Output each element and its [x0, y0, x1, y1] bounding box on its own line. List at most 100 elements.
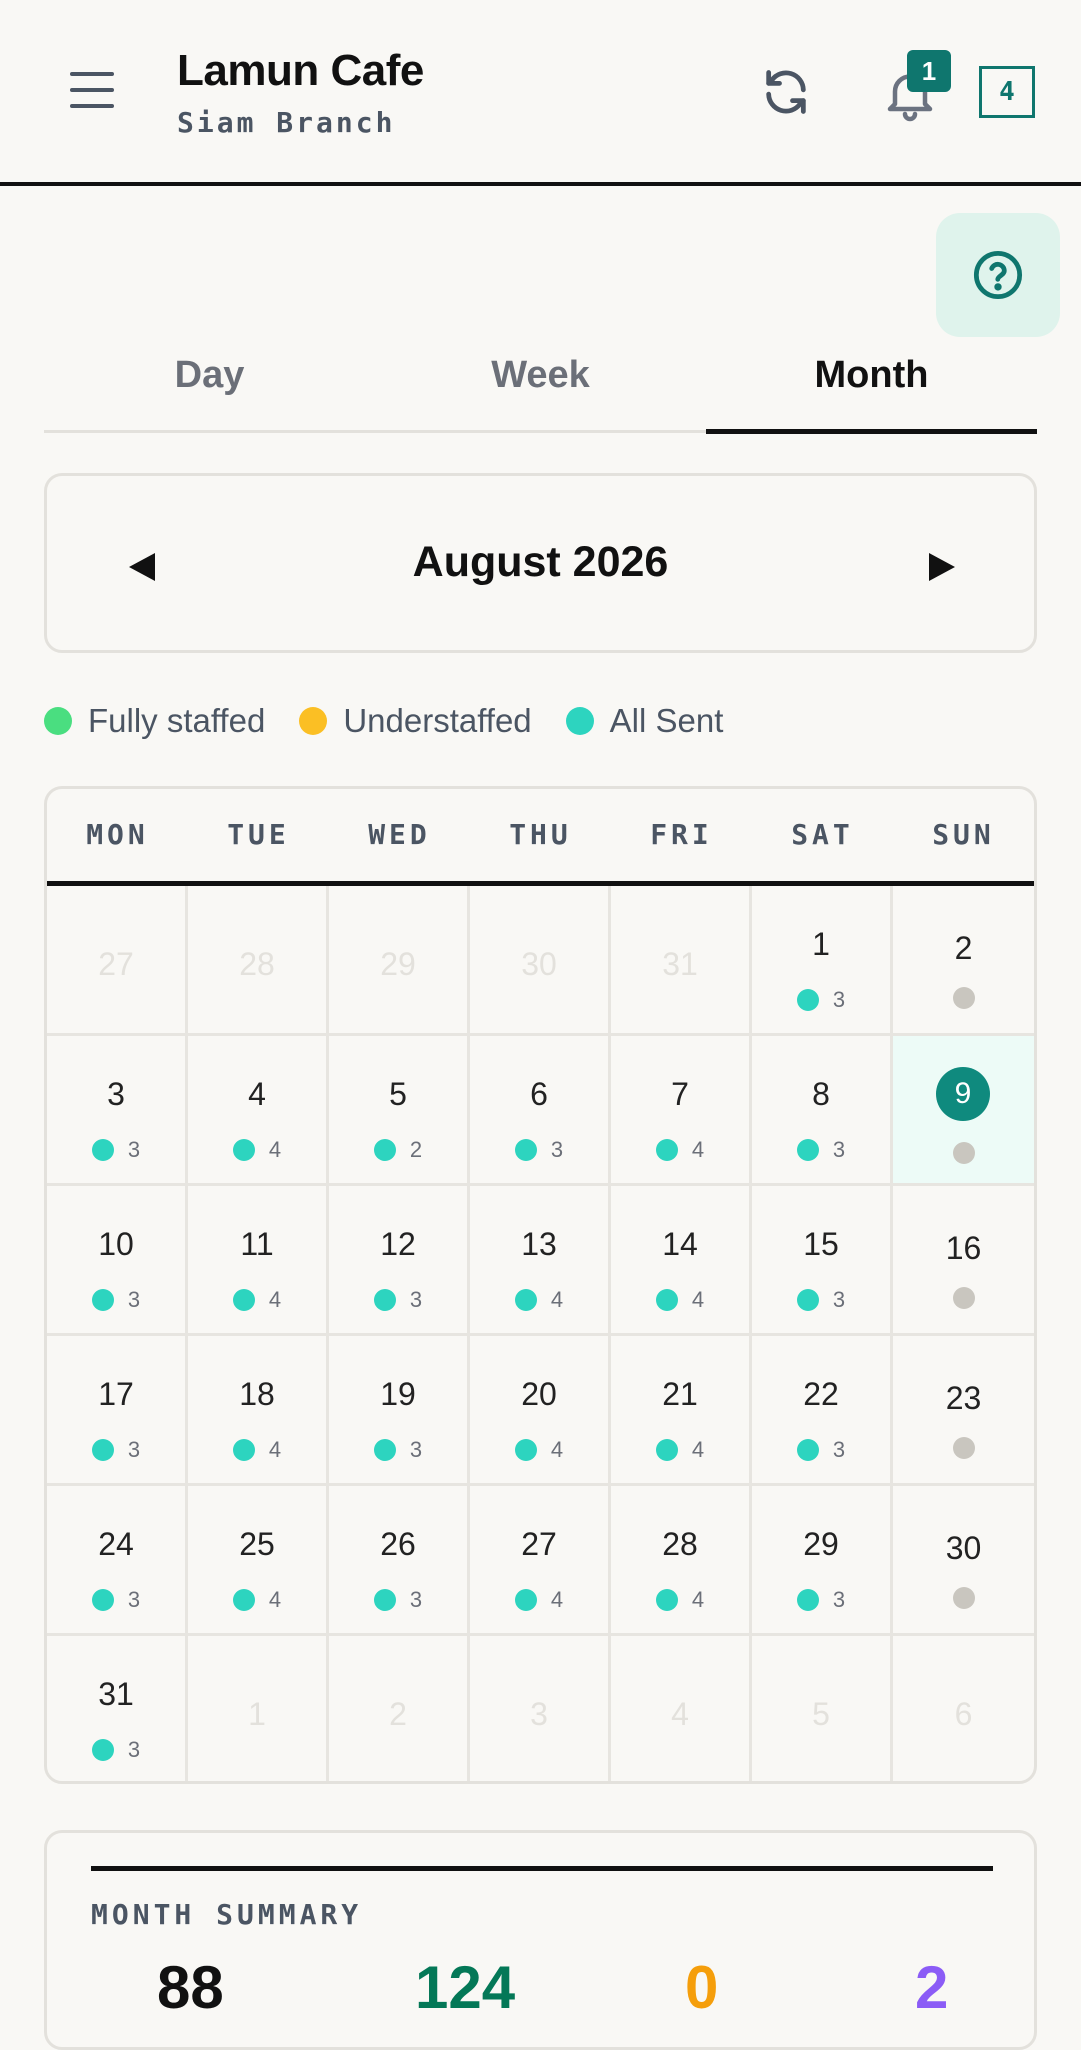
triangle-right-icon [929, 553, 955, 581]
calendar-day[interactable]: 27 4 [470, 1486, 611, 1636]
calendar-day[interactable]: 16 [893, 1186, 1034, 1336]
menu-icon[interactable] [70, 72, 114, 108]
calendar-day[interactable]: 28 4 [611, 1486, 752, 1636]
shift-count: 4 [550, 1287, 564, 1312]
day-status: 4 [188, 1437, 326, 1463]
day-number: 6 [530, 1076, 548, 1112]
help-button[interactable] [936, 213, 1060, 337]
calendar-day[interactable]: 52 [329, 1036, 470, 1186]
calendar-day[interactable]: 20 4 [470, 1336, 611, 1486]
calendar-grid: 27 28 29 30 31 1 3 2 3 3 4 4 5 2 6 3 7 4 8 3 9 10 3 11 4 12 3 13 4 14… [47, 886, 1034, 1781]
tab-day[interactable]: Day [44, 340, 375, 430]
summary-divider [91, 1866, 993, 1871]
calendar-day[interactable]: 10 3 [47, 1186, 188, 1336]
calendar-day[interactable]: 31 3 [47, 1636, 188, 1781]
calendar-day[interactable]: 13 4 [470, 1186, 611, 1336]
calendar-day[interactable]: 13 [752, 886, 893, 1036]
shift-count: 2 [409, 1137, 423, 1162]
calendar-day[interactable]: 44 [188, 1036, 329, 1186]
day-status: 3 [47, 1737, 185, 1763]
calendar-day[interactable]: 21 4 [611, 1336, 752, 1486]
shift-count: 4 [691, 1137, 705, 1162]
day-number: 1 [812, 926, 830, 962]
day-number: 20 [521, 1376, 557, 1412]
all-sent-dot [514, 1589, 537, 1611]
today-indicator: 9 [936, 1067, 990, 1121]
calendar-day[interactable]: 23 [893, 1336, 1034, 1486]
day-status: 4 [611, 1437, 749, 1463]
legend-label: Fully staffed [88, 702, 266, 739]
day-number: 4 [248, 1076, 266, 1112]
calendar-day[interactable]: 33 [47, 1036, 188, 1186]
legend-item: Fully staffed [44, 702, 265, 740]
calendar-day[interactable]: 22 3 [752, 1336, 893, 1486]
day-status: 4 [470, 1587, 608, 1613]
tab-week[interactable]: Week [375, 340, 706, 430]
day-number: 13 [521, 1226, 557, 1262]
day-status [893, 1437, 1034, 1459]
day-status: 4 [188, 1137, 326, 1163]
calendar-day[interactable]: 26 3 [329, 1486, 470, 1636]
day-status: 3 [752, 1437, 890, 1463]
shift-count: 4 [691, 1587, 705, 1612]
all-sent-dot [91, 1589, 114, 1611]
calendar-day[interactable]: 12 3 [329, 1186, 470, 1336]
day-number: 25 [239, 1526, 275, 1562]
day-status: 3 [329, 1287, 467, 1313]
all-sent-dot [514, 1139, 537, 1161]
shift-count: 3 [832, 987, 846, 1012]
all-sent-dot [655, 1439, 678, 1461]
help-icon [973, 250, 1023, 300]
day-status: 3 [329, 1437, 467, 1463]
calendar-day-outside: 2 [329, 1636, 470, 1781]
legend-dot [565, 707, 594, 735]
all-sent-dot [91, 1739, 114, 1761]
day-number: 12 [380, 1226, 416, 1262]
calendar-day[interactable]: 14 4 [611, 1186, 752, 1336]
calendar-day[interactable]: 83 [752, 1036, 893, 1186]
calendar-day[interactable]: 63 [470, 1036, 611, 1186]
weekday-label: SUN [932, 818, 995, 851]
refresh-icon[interactable] [760, 66, 812, 118]
shift-count: 3 [127, 1587, 141, 1612]
calendar-day[interactable]: 18 4 [188, 1336, 329, 1486]
calendar-day[interactable]: 19 3 [329, 1336, 470, 1486]
calendar-day-today[interactable]: 9 [893, 1036, 1034, 1186]
all-sent-dot [796, 989, 819, 1011]
weekday-label: THU [509, 818, 572, 851]
calendar-day[interactable]: 24 3 [47, 1486, 188, 1636]
count-box-button[interactable]: 4 [979, 66, 1035, 118]
calendar-day[interactable]: 25 4 [188, 1486, 329, 1636]
app-title: Lamun Cafe [177, 46, 424, 95]
day-number: 5 [389, 1076, 407, 1112]
day-status: 4 [470, 1287, 608, 1313]
calendar-day[interactable]: 17 3 [47, 1336, 188, 1486]
calendar-day[interactable]: 2 [893, 886, 1034, 1036]
calendar-day[interactable]: 15 3 [752, 1186, 893, 1336]
next-month-button[interactable] [917, 542, 967, 592]
calendar-day[interactable]: 11 4 [188, 1186, 329, 1336]
day-number: 24 [98, 1526, 134, 1562]
day-status [893, 1142, 1034, 1164]
status-legend: Fully staffed Understaffed All Sent [44, 700, 757, 742]
day-number: 16 [945, 1230, 982, 1266]
tab-month[interactable]: Month [706, 340, 1037, 434]
calendar-day[interactable]: 29 3 [752, 1486, 893, 1636]
all-sent-dot [514, 1289, 537, 1311]
day-number: 30 [521, 946, 557, 982]
all-sent-dot [373, 1139, 396, 1161]
day-status: 4 [470, 1437, 608, 1463]
month-calendar: MON TUE WED THU FRI SAT SUN 27 28 29 30 31 1 3 2 3 3 4 4 5… [44, 786, 1037, 1784]
shift-count: 3 [550, 1137, 564, 1162]
shift-count: 4 [268, 1437, 282, 1462]
day-number: 2 [954, 930, 973, 966]
all-sent-dot [655, 1139, 678, 1161]
calendar-day[interactable]: 74 [611, 1036, 752, 1186]
day-number: 17 [98, 1376, 134, 1412]
day-status: 4 [611, 1137, 749, 1163]
weekday-label: MON [86, 818, 149, 851]
legend-item: All Sent [565, 702, 723, 740]
calendar-day[interactable]: 30 [893, 1486, 1034, 1636]
day-number: 4 [671, 1696, 689, 1732]
all-sent-dot [373, 1439, 396, 1461]
